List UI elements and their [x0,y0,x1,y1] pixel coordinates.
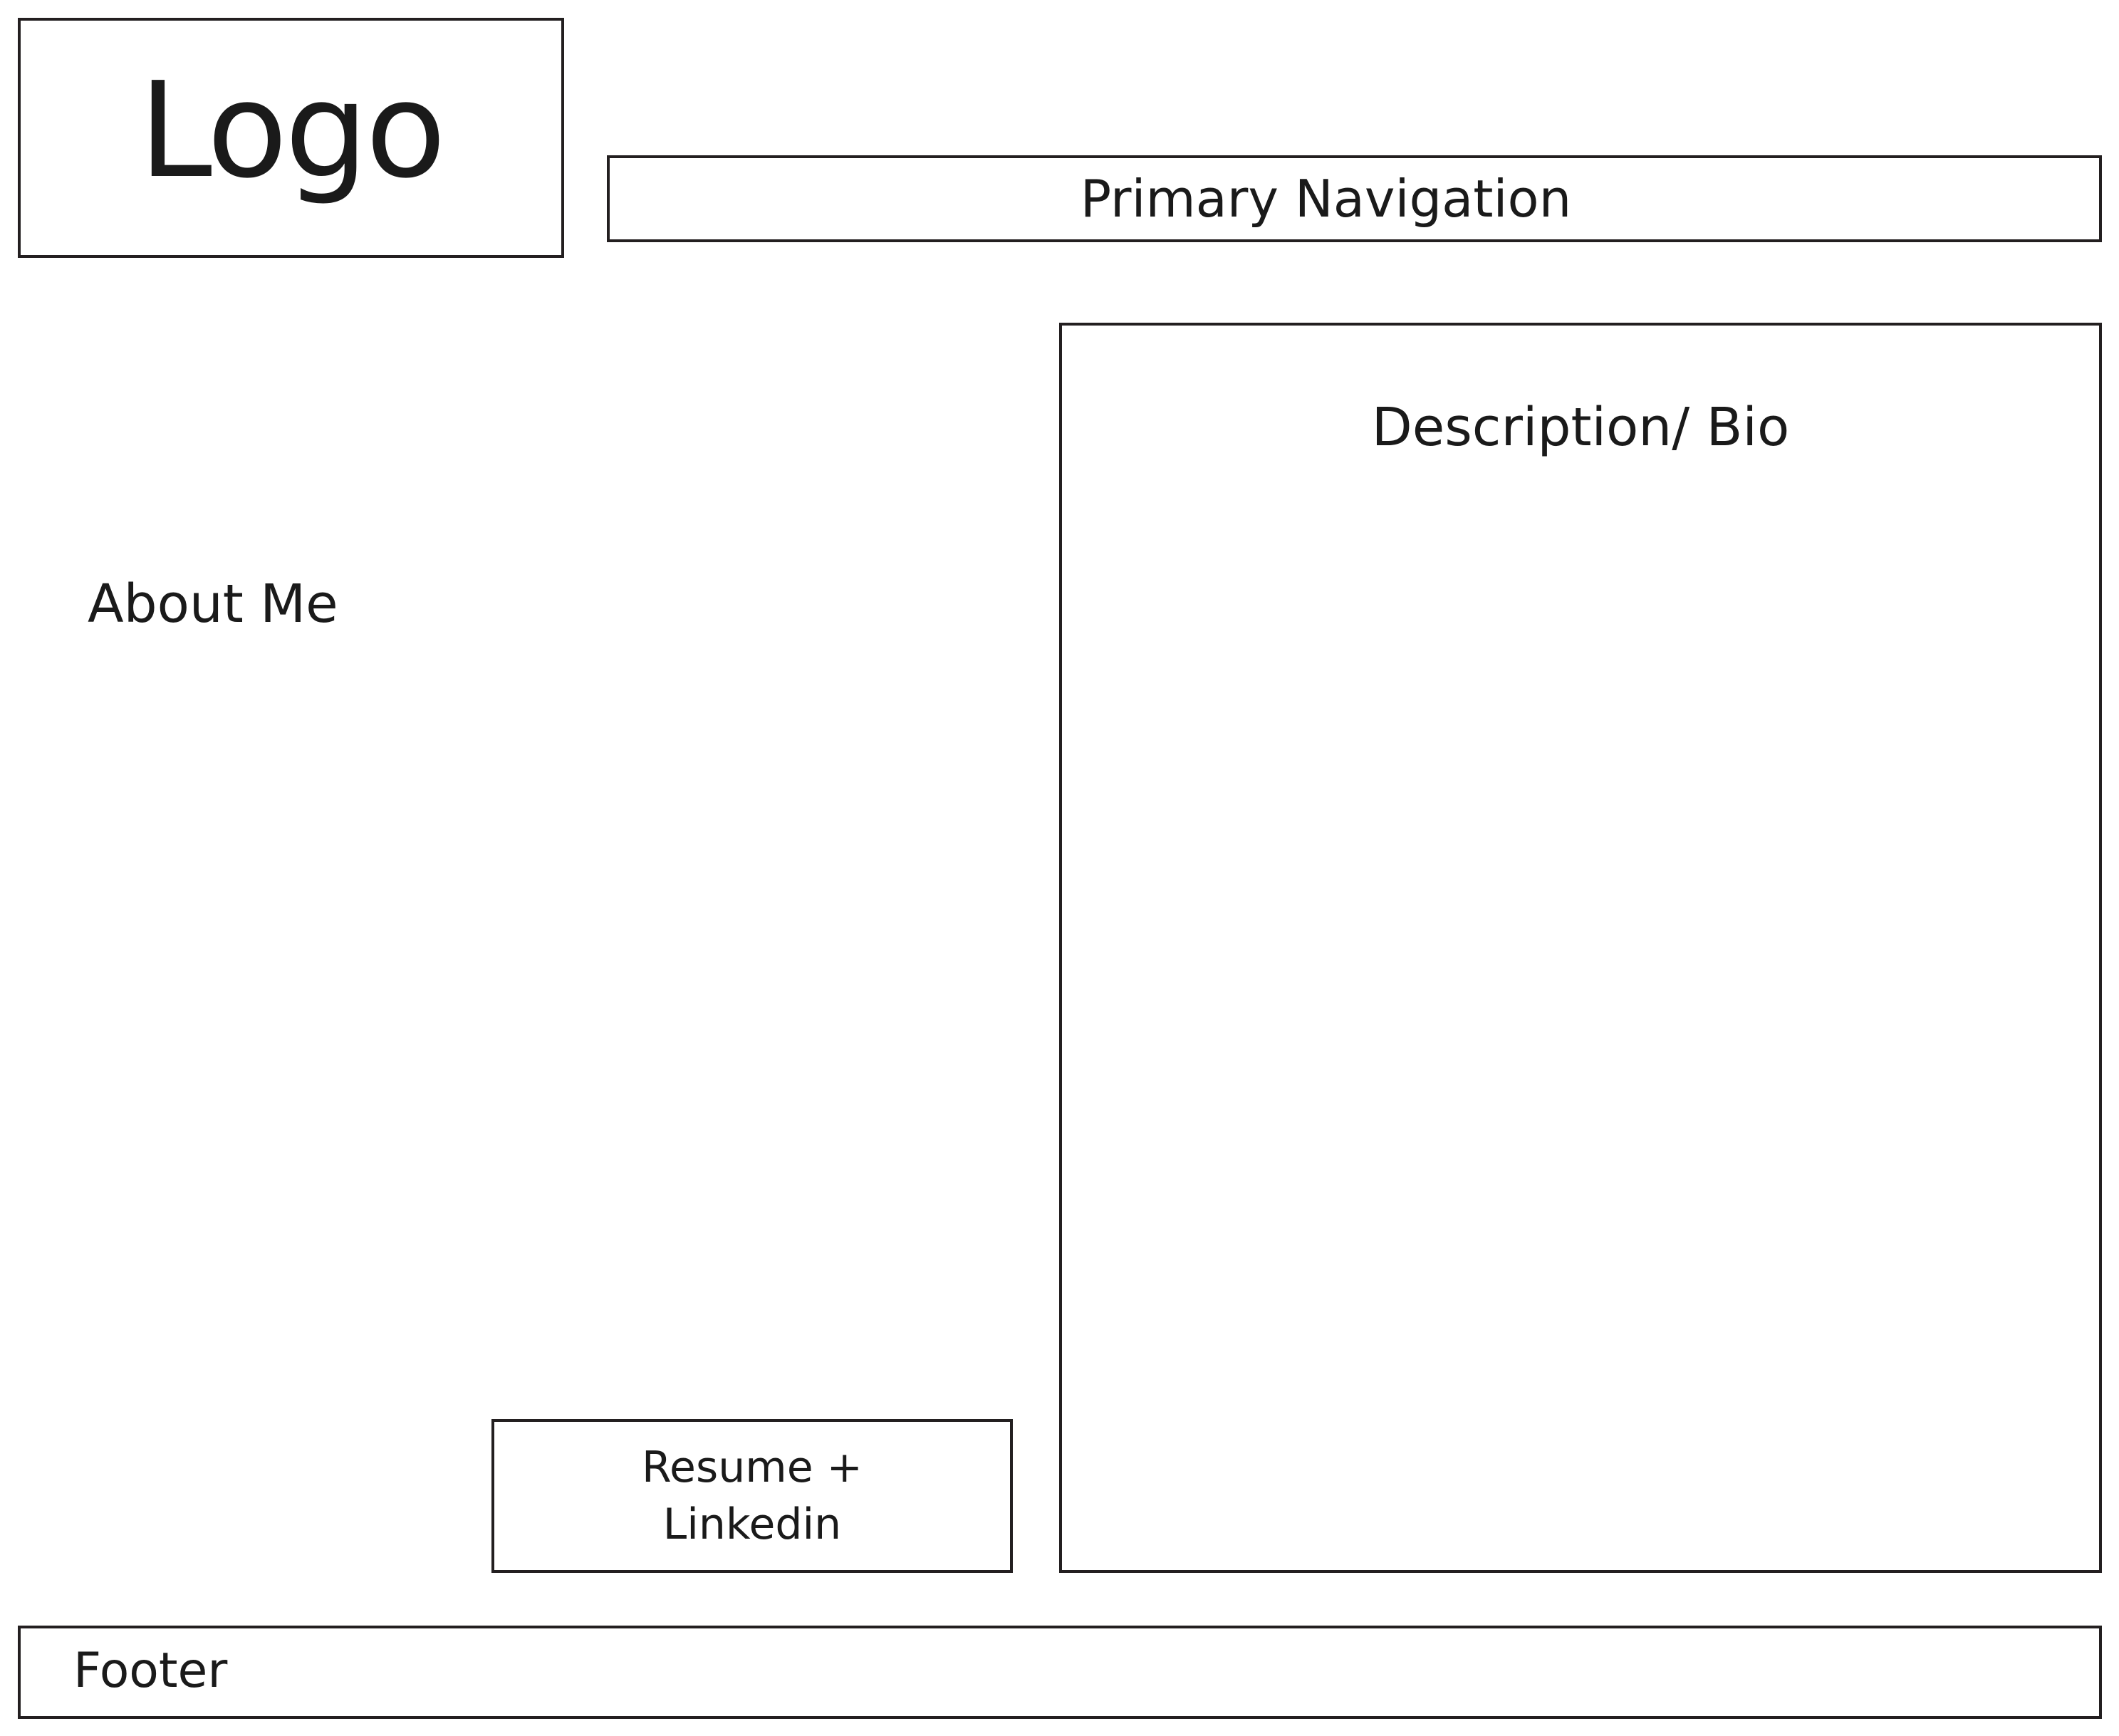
bio-label: Description/ Bio [1371,397,1790,458]
linkedin-label: Linkedin [662,1499,842,1549]
footer: Footer [18,1626,2102,1719]
description-bio-panel: Description/ Bio [1059,323,2102,1573]
about-me-heading: About Me [88,573,338,635]
primary-navigation[interactable]: Primary Navigation [607,155,2102,242]
footer-label: Footer [73,1643,228,1699]
navigation-label: Primary Navigation [1080,169,1572,229]
logo-text: Logo [138,53,447,207]
resume-linkedin-button[interactable]: Resume + Linkedin [491,1419,1013,1573]
resume-label: Resume + [642,1443,863,1492]
logo-placeholder[interactable]: Logo [18,18,564,258]
